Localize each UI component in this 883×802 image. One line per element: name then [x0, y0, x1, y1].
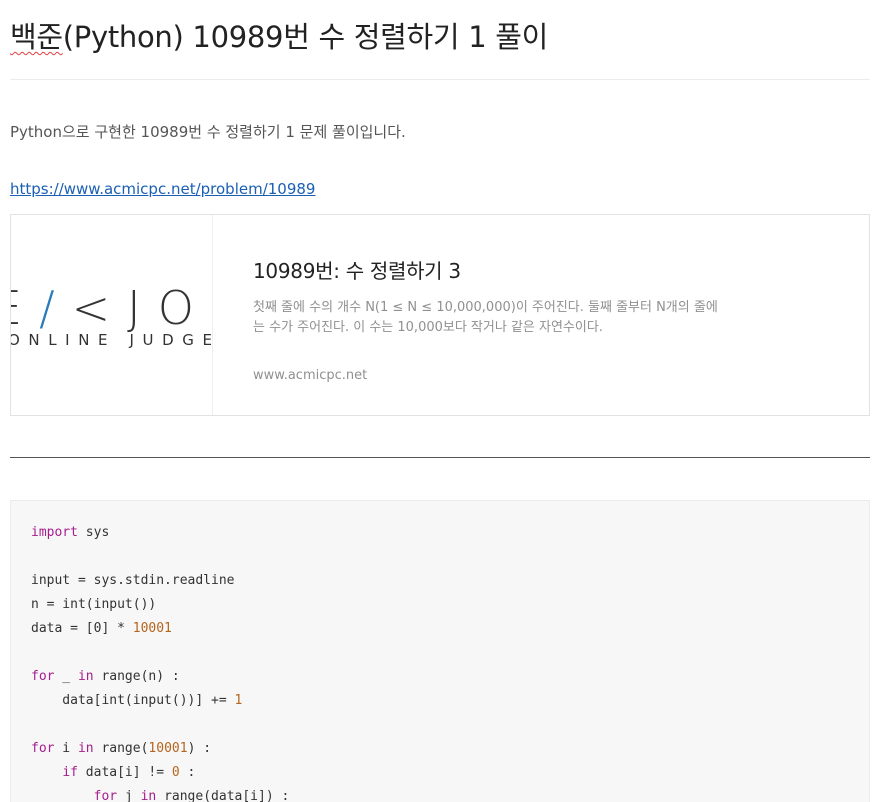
- code-line: import sys: [31, 521, 289, 545]
- code-text: j: [117, 789, 141, 802]
- code-line: data[int(input())] += 1: [31, 689, 289, 713]
- link-preview-card[interactable]: E/<JOC ONLINE JUDGE 10989번: 수 정렬하기 3 첫째 …: [10, 214, 870, 416]
- card-domain: www.acmicpc.net: [253, 368, 368, 383]
- code-keyword: in: [77, 741, 94, 756]
- code-text: range(n) :: [93, 669, 180, 684]
- logo-letter: <: [71, 281, 128, 335]
- code-number: 1: [234, 693, 243, 708]
- code-line: n = int(input()): [31, 593, 289, 617]
- code-keyword: for: [93, 789, 118, 802]
- code-number: 10001: [148, 741, 188, 756]
- horizontal-rule: [10, 457, 870, 458]
- code-number: 10001: [132, 621, 172, 636]
- code-text: ) :: [187, 741, 212, 756]
- code-keyword: for: [31, 741, 55, 756]
- code-block: import sys input = sys.stdin.readline n = …: [10, 500, 870, 802]
- card-thumbnail: E/<JOC ONLINE JUDGE: [11, 215, 213, 415]
- code-text: data[int(input())] +=: [31, 693, 235, 708]
- code-line: for j in range(data[i]) :: [31, 785, 290, 802]
- code-lines: import sys input = sys.stdin.readline n = …: [31, 521, 289, 802]
- code-number: 0: [171, 765, 180, 780]
- intro-paragraph: Python으로 구현한 10989번 수 정렬하기 1 문제 풀이입니다.: [10, 123, 406, 141]
- post-title: 백준(Python) 10989번 수 정렬하기 1 풀이: [10, 14, 548, 56]
- logo-subtext: ONLINE JUDGE: [11, 331, 213, 349]
- code-line: if data[i] != 0 :: [31, 761, 289, 785]
- code-line: for _ in range(n) :: [31, 665, 289, 689]
- code-keyword: import: [31, 525, 78, 540]
- code-line: data = [0] * 10001: [31, 617, 289, 641]
- code-text: _: [54, 669, 78, 684]
- code-keyword: in: [140, 789, 157, 802]
- code-text: sys: [77, 525, 110, 540]
- code-text: n = int(input()): [31, 597, 157, 612]
- code-text: i: [54, 741, 78, 756]
- logo-letter: O: [157, 281, 211, 335]
- post-title-spellcheck-word: 백준: [10, 20, 63, 54]
- code-text: data = [0] *: [31, 621, 133, 636]
- title-divider: [10, 79, 870, 80]
- code-text: range(: [93, 741, 149, 756]
- code-line: for i in range(10001) :: [31, 737, 289, 761]
- card-description: 첫째 줄에 수의 개수 N(1 ≤ N ≤ 10,000,000)이 주어진다.…: [253, 300, 718, 335]
- code-text: :: [179, 765, 196, 780]
- code-line: input = sys.stdin.readline: [31, 569, 289, 593]
- code-text: range(data[i]) :: [156, 789, 290, 802]
- logo-letter: E: [11, 281, 39, 335]
- code-keyword: for: [31, 669, 55, 684]
- card-title: 10989번: 수 정렬하기 3: [253, 259, 461, 283]
- code-text: input = sys.stdin.readline: [31, 573, 235, 588]
- baekjoon-logo: E/<JOC: [11, 281, 212, 335]
- logo-letter-accent: /: [39, 281, 72, 335]
- code-text: data[i] !=: [77, 765, 172, 780]
- code-keyword: in: [77, 669, 94, 684]
- logo-letter: J: [127, 281, 158, 335]
- code-keyword: if: [62, 765, 78, 780]
- logo-letter: C: [211, 281, 212, 335]
- post-title-rest: (Python) 10989번 수 정렬하기 1 풀이: [62, 20, 549, 54]
- problem-link[interactable]: https://www.acmicpc.net/problem/10989: [10, 180, 315, 198]
